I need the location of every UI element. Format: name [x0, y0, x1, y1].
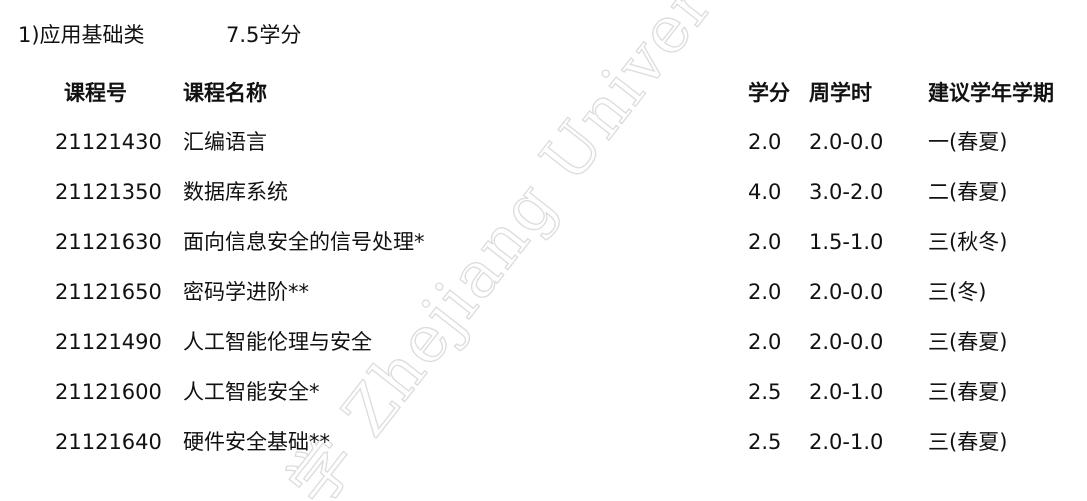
course-credit: 2.0: [748, 130, 782, 154]
section-heading: 1)应用基础类 7.5学分: [18, 20, 301, 50]
course-code: 21121490: [55, 330, 162, 354]
header-course-code: 课程号: [64, 81, 127, 105]
course-weekly-hours: 2.0-1.0: [809, 380, 884, 404]
course-name: 汇编语言: [183, 130, 267, 154]
course-suggested-term: 三(秋冬): [928, 230, 1008, 254]
course-credit: 2.0: [748, 280, 782, 304]
course-weekly-hours: 2.0-0.0: [809, 280, 884, 304]
course-suggested-term: 三(春夏): [928, 330, 1008, 354]
course-suggested-term: 三(冬): [928, 280, 987, 304]
course-weekly-hours: 2.0-1.0: [809, 430, 884, 454]
course-code: 21121650: [55, 280, 162, 304]
course-code: 21121630: [55, 230, 162, 254]
course-name: 硬件安全基础**: [183, 430, 330, 454]
course-weekly-hours: 2.0-0.0: [809, 130, 884, 154]
course-credit: 2.5: [748, 430, 782, 454]
course-name: 密码学进阶**: [183, 280, 309, 304]
course-code: 21121640: [55, 430, 162, 454]
course-weekly-hours: 3.0-2.0: [809, 180, 884, 204]
course-weekly-hours: 1.5-1.0: [809, 230, 884, 254]
course-suggested-term: 一(春夏): [928, 130, 1008, 154]
course-code: 21121430: [55, 130, 162, 154]
course-credit: 4.0: [748, 180, 782, 204]
section-credits: 7.5学分: [226, 23, 302, 47]
course-suggested-term: 三(春夏): [928, 380, 1008, 404]
header-course-name: 课程名称: [183, 81, 267, 105]
zhejiang-university-watermark: 学 Zhejiang University: [274, 0, 805, 501]
course-suggested-term: 三(春夏): [928, 430, 1008, 454]
header-weekly-hours: 周学时: [809, 81, 872, 105]
course-name: 数据库系统: [183, 180, 288, 204]
course-credit: 2.0: [748, 330, 782, 354]
course-credit: 2.0: [748, 230, 782, 254]
course-code: 21121350: [55, 180, 162, 204]
header-suggested-term: 建议学年学期: [928, 81, 1054, 105]
course-credit: 2.5: [748, 380, 782, 404]
course-suggested-term: 二(春夏): [928, 180, 1008, 204]
header-credit: 学分: [748, 81, 790, 105]
course-name: 人工智能伦理与安全: [183, 330, 372, 354]
course-code: 21121600: [55, 380, 162, 404]
course-name: 面向信息安全的信号处理*: [183, 230, 425, 254]
course-weekly-hours: 2.0-0.0: [809, 330, 884, 354]
course-name: 人工智能安全*: [183, 380, 320, 404]
section-title: 1)应用基础类: [18, 23, 145, 47]
